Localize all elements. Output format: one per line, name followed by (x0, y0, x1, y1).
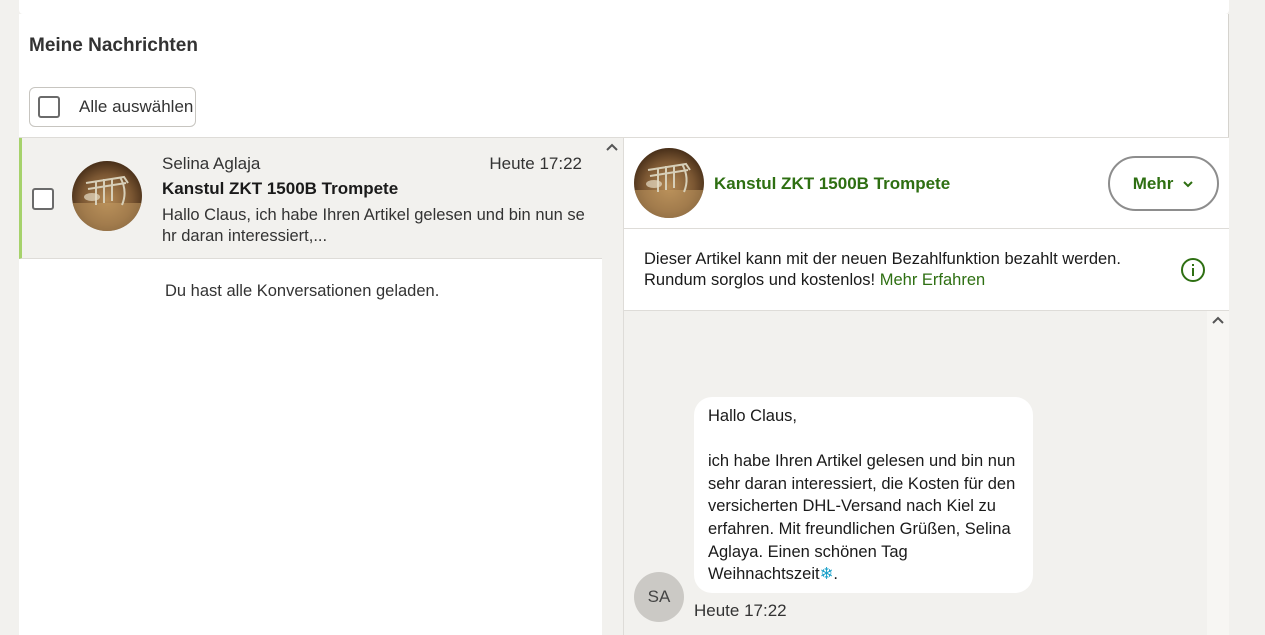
chevron-up-icon[interactable] (605, 140, 619, 154)
detail-header: Kanstul ZKT 1500B Trompete Mehr (624, 138, 1229, 229)
conversation-list: Selina Aglaja Heute 17:22 Kanstul ZKT 15… (19, 138, 602, 635)
top-bar (19, 0, 1229, 14)
chevron-up-icon[interactable] (1211, 313, 1225, 327)
message-greeting: Hallo Claus, (708, 407, 797, 425)
chevron-down-icon (1183, 180, 1194, 187)
conversation-item[interactable]: Selina Aglaja Heute 17:22 Kanstul ZKT 15… (19, 138, 602, 259)
conversation-scrollbar[interactable] (602, 138, 623, 635)
detail-title-link[interactable]: Kanstul ZKT 1500B Trompete (714, 174, 950, 194)
conversation-sender: Selina Aglaja (162, 154, 261, 173)
more-button-label: Mehr (1132, 173, 1174, 193)
conversation-checkbox[interactable] (32, 188, 54, 210)
messages-panel: Meine Nachrichten Alle auswählen Selina … (19, 14, 1229, 635)
select-all-button[interactable]: Alle auswählen (29, 87, 196, 127)
conversation-detail: Kanstul ZKT 1500B Trompete Mehr Dieser A… (623, 138, 1229, 635)
list-footer: Du hast alle Konversationen geladen. (165, 282, 440, 300)
sender-avatar: SA (634, 572, 684, 622)
select-all-label: Alle auswählen (79, 97, 194, 116)
learn-more-link[interactable]: Mehr Erfahren (880, 271, 985, 289)
conversation-avatar (72, 161, 142, 231)
snowflake-icon: ❄ (819, 565, 834, 584)
page-title: Meine Nachrichten (29, 35, 198, 56)
select-all-checkbox[interactable] (38, 96, 60, 118)
payment-info-box: Dieser Artikel kann mit der neuen Bezahl… (624, 229, 1229, 311)
message-time: Heute 17:22 (694, 601, 787, 620)
detail-avatar[interactable] (634, 148, 704, 218)
more-button[interactable]: Mehr (1108, 156, 1219, 211)
conversation-preview: Hallo Claus, ich habe Ihren Artikel gele… (162, 206, 585, 245)
conversation-time: Heute 17:22 (489, 154, 582, 173)
payment-info-text: Dieser Artikel kann mit der neuen Bezahl… (644, 250, 1121, 289)
message-bubble: Hallo Claus, ich habe Ihren Artikel gele… (694, 397, 1033, 593)
thread-scrollbar[interactable] (1207, 311, 1229, 635)
info-icon[interactable] (1180, 257, 1206, 283)
conversation-subject: Kanstul ZKT 1500B Trompete (162, 179, 399, 198)
message-thread: Hallo Claus, ich habe Ihren Artikel gele… (624, 311, 1229, 635)
message-body: ich habe Ihren Artikel gelesen und bin n… (708, 452, 1016, 584)
